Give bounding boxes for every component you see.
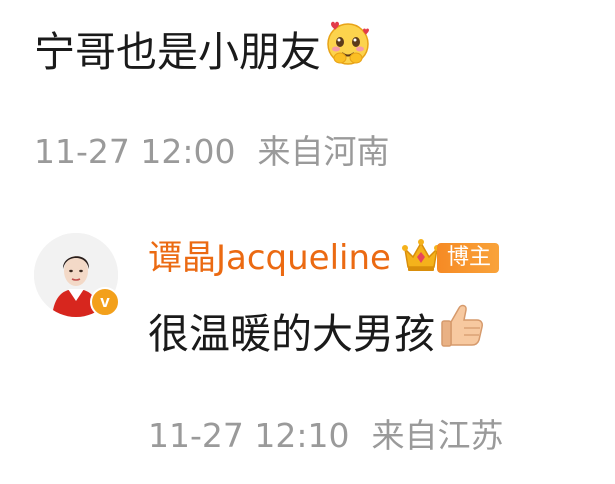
crown-icon [401, 237, 441, 279]
thumbs-up-icon [437, 300, 487, 366]
comment-text: 宁哥也是小朋友 [34, 28, 321, 76]
blushing-heart-face-icon [323, 18, 373, 84]
reply-location: 来自江苏 [371, 416, 504, 455]
comment-location: 来自河南 [257, 132, 390, 171]
reply-meta: 11-27 12:10 来自江苏 [148, 412, 503, 460]
comment-time: 11-27 12:00 [34, 132, 236, 171]
reply-time: 11-27 12:10 [148, 416, 350, 455]
reply-text: 很温暖的大男孩 [148, 310, 435, 358]
verified-v-icon: v [90, 287, 120, 317]
reply-header: 谭晶Jacqueline 博主 [148, 230, 499, 286]
comment-body: 宁哥也是小朋友 [34, 21, 373, 88]
username-link[interactable]: 谭晶Jacqueline [148, 230, 391, 286]
comment-meta: 11-27 12:00 来自河南 [34, 128, 389, 176]
blogger-badge: 博主 [436, 243, 499, 273]
reply-body: 很温暖的大男孩 [148, 304, 487, 370]
